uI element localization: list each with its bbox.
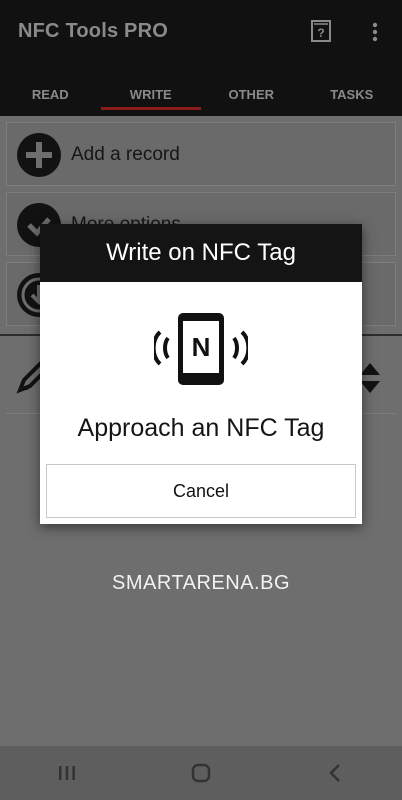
cancel-button[interactable]: Cancel [46, 464, 356, 518]
app-title: NFC Tools PRO [18, 20, 169, 42]
recents-icon[interactable] [47, 753, 87, 793]
tab-write[interactable]: WRITE [100, 72, 202, 116]
tab-bar: READ WRITE OTHER TASKS [0, 72, 402, 116]
dialog-title: Write on NFC Tag [106, 239, 296, 266]
dialog-message: Approach an NFC Tag [77, 414, 325, 442]
home-icon[interactable] [181, 753, 221, 793]
svg-text:N: N [192, 332, 211, 362]
write-nfc-dialog: Write on NFC Tag N Approach an NFC Tag C… [40, 224, 362, 524]
system-nav-bar [0, 746, 402, 800]
tab-tasks[interactable]: TASKS [302, 72, 402, 116]
more-vertical-icon[interactable] [366, 20, 384, 44]
watermark-text: SMARTARENA.BG [111, 572, 290, 594]
app-bar: NFC Tools PRO ? READ WRITE OTHER TASKS [0, 0, 402, 116]
tab-read[interactable]: READ [0, 72, 101, 116]
nfc-phone-icon: N [151, 310, 251, 386]
help-book-icon[interactable]: ? [310, 20, 332, 42]
back-icon[interactable] [315, 753, 355, 793]
svg-text:?: ? [317, 26, 324, 40]
list-item-label: Add a record [71, 144, 180, 165]
tab-other[interactable]: OTHER [201, 72, 302, 116]
list-item-add-record[interactable]: Add a record [6, 122, 396, 186]
dialog-header: Write on NFC Tag [40, 224, 362, 282]
plus-circle-icon [17, 133, 61, 177]
